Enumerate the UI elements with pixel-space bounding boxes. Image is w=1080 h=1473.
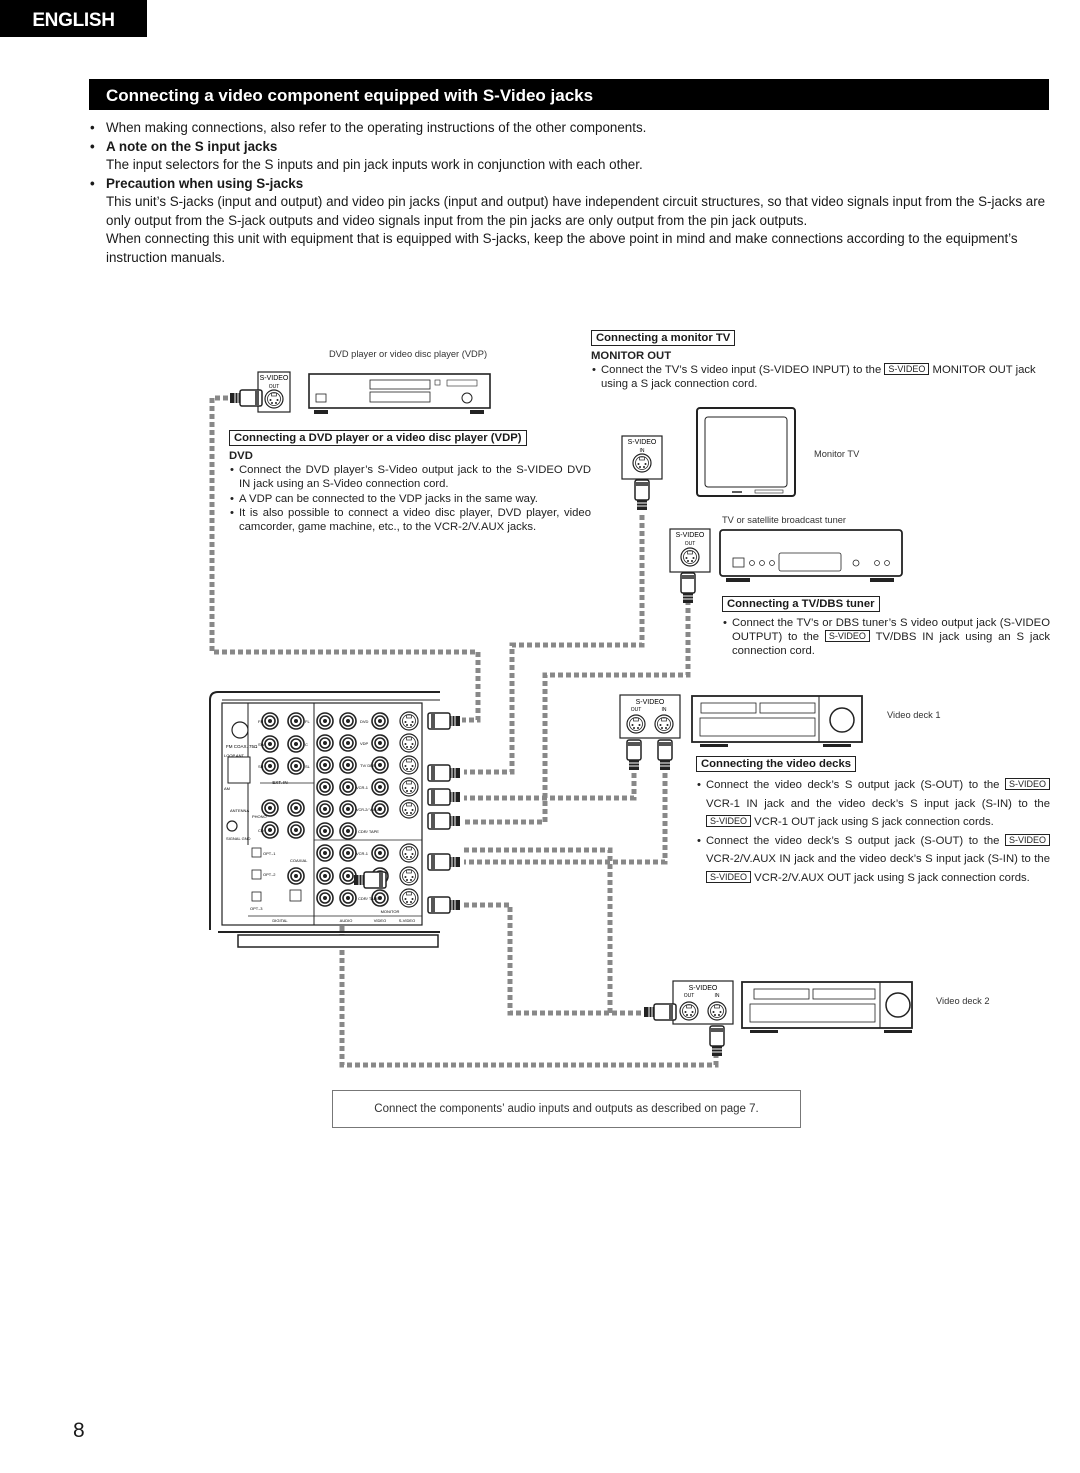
svg-text:IN: IN <box>715 993 720 999</box>
dvd-bullet: A VDP can be connected to the VDP jacks … <box>229 492 591 506</box>
deck2-caption: Video deck 2 <box>936 996 990 1006</box>
monitor-section: Connecting a monitor TV MONITOR OUT Conn… <box>591 328 1051 392</box>
deck-bullet: Connect the video deck’s S output jack (… <box>696 776 1050 832</box>
svideo-tag: S-VIDEO <box>1004 833 1050 846</box>
dvd-subheading: DVD <box>229 450 253 462</box>
svg-text:SL: SL <box>305 764 311 769</box>
svg-text:OPT.-2: OPT.-2 <box>263 872 276 877</box>
svg-text:VIDEO: VIDEO <box>374 918 386 923</box>
monitor-section-heading: Connecting a monitor TV <box>591 330 736 346</box>
tuner-caption: TV or satellite broadcast tuner <box>722 515 846 525</box>
svg-text:MONITOR: MONITOR <box>381 909 400 914</box>
svg-text:OPT.-1: OPT.-1 <box>263 851 276 856</box>
svg-text:LOOP ANT.: LOOP ANT. <box>224 753 245 758</box>
svg-text:CDR/ TAPE: CDR/ TAPE <box>358 896 379 901</box>
svg-text:VCR-2/ V.AUX: VCR-2/ V.AUX <box>356 808 381 812</box>
monitor-caption: Monitor TV <box>814 449 860 459</box>
svg-text:OUT: OUT <box>684 993 695 999</box>
cable-monitor <box>464 515 645 775</box>
tuner-section: Connecting a TV/DBS tuner Connect the TV… <box>722 594 1050 659</box>
svg-text:FL: FL <box>305 719 310 724</box>
cable-vcr2-out <box>339 910 719 1068</box>
svg-text:S-VIDEO: S-VIDEO <box>628 439 657 446</box>
svg-text:OUT: OUT <box>269 384 280 390</box>
receiver-rear-panel: FM COAX. 75Ω LOOP ANT. AM ANTENNA SIGNAL… <box>209 691 461 948</box>
svg-text:ANTENNA: ANTENNA <box>230 808 249 813</box>
cable-vcr2-in <box>464 902 645 1016</box>
svg-text:DVD: DVD <box>360 719 369 724</box>
svideo-tag: S-VIDEO <box>1004 778 1050 790</box>
svg-text:S-VIDEO: S-VIDEO <box>636 699 665 706</box>
audio-note: Connect the components’ audio inputs and… <box>332 1090 801 1128</box>
tuner-bullet: Connect the TV’s or DBS tuner’s S video … <box>722 616 1050 659</box>
svg-text:TV/ DBS: TV/ DBS <box>360 763 376 768</box>
svg-text:PHONO: PHONO <box>252 814 267 819</box>
svg-text:FM COAX. 75Ω: FM COAX. 75Ω <box>226 744 258 749</box>
dvd-bullet: It is also possible to connect a video d… <box>229 506 591 534</box>
svg-text:VDP: VDP <box>360 741 369 746</box>
svideo-tag: S-VIDEO <box>706 870 752 883</box>
monitor-tv: S-VIDEO IN <box>621 407 796 511</box>
dvd-caption: DVD player or video disc player (VDP) <box>329 349 487 359</box>
svg-text:CDR/ TAPE: CDR/ TAPE <box>358 829 379 834</box>
monitor-subheading: MONITOR OUT <box>591 350 672 362</box>
page-number: 8 <box>73 1419 85 1442</box>
video-deck-2: S-VIDEO OUT IN <box>643 980 913 1057</box>
svg-text:SW: SW <box>258 742 265 747</box>
svg-text:S-VIDEO: S-VIDEO <box>260 375 289 382</box>
svg-text:C: C <box>305 742 308 747</box>
svg-text:SIGNAL GND: SIGNAL GND <box>226 836 251 841</box>
svg-text:COAXIAL: COAXIAL <box>290 858 308 863</box>
svideo-tag: S-VIDEO <box>824 630 870 643</box>
dvd-bullet: Connect the DVD player’s S-Video output … <box>229 463 591 491</box>
deck-bullet: Connect the video deck’s S output jack (… <box>696 832 1050 888</box>
svg-text:OUT: OUT <box>685 541 696 547</box>
svideo-tag: S-VIDEO <box>706 815 752 827</box>
svg-text:S-VIDEO: S-VIDEO <box>676 532 705 539</box>
svg-text:EXT. IN: EXT. IN <box>272 780 287 785</box>
deck-section: Connecting the video decks Connect the v… <box>696 754 1050 887</box>
svg-text:OPT.-3: OPT.-3 <box>250 906 263 911</box>
cable-vcr2 <box>464 847 613 1013</box>
svg-text:OUT: OUT <box>631 707 642 713</box>
svg-text:SR: SR <box>258 764 264 769</box>
svg-text:VCR-1: VCR-1 <box>356 785 369 790</box>
svg-text:AUDIO: AUDIO <box>340 918 353 923</box>
tuner-section-heading: Connecting a TV/DBS tuner <box>722 596 880 612</box>
svg-text:IN: IN <box>640 448 645 454</box>
monitor-bullet: Connect the TV’s S video input (S-VIDEO … <box>591 363 1051 391</box>
cable-vcr1-in <box>464 765 668 865</box>
connection-diagram: S-VIDEO OUT DVD player or video disc pla… <box>209 349 990 1068</box>
dvd-player: S-VIDEO OUT <box>229 371 491 414</box>
svideo-tag: S-VIDEO <box>884 363 930 376</box>
svg-text:AM: AM <box>224 786 230 791</box>
svg-text:DIGITAL: DIGITAL <box>272 918 288 923</box>
svg-text:S-VIDEO: S-VIDEO <box>399 918 415 923</box>
tuner: S-VIDEO OUT <box>669 528 903 604</box>
dvd-section-heading: Connecting a DVD player or a video disc … <box>229 430 527 446</box>
deck-section-heading: Connecting the video decks <box>696 756 857 772</box>
deck1-caption: Video deck 1 <box>887 710 941 720</box>
svg-text:IN: IN <box>662 707 667 713</box>
svg-text:VCR-1: VCR-1 <box>356 851 369 856</box>
svg-text:S-VIDEO: S-VIDEO <box>689 985 718 992</box>
svg-text:CD: CD <box>258 828 264 833</box>
svg-text:FR: FR <box>258 719 263 724</box>
dvd-section: Connecting a DVD player or a video disc … <box>229 428 591 534</box>
